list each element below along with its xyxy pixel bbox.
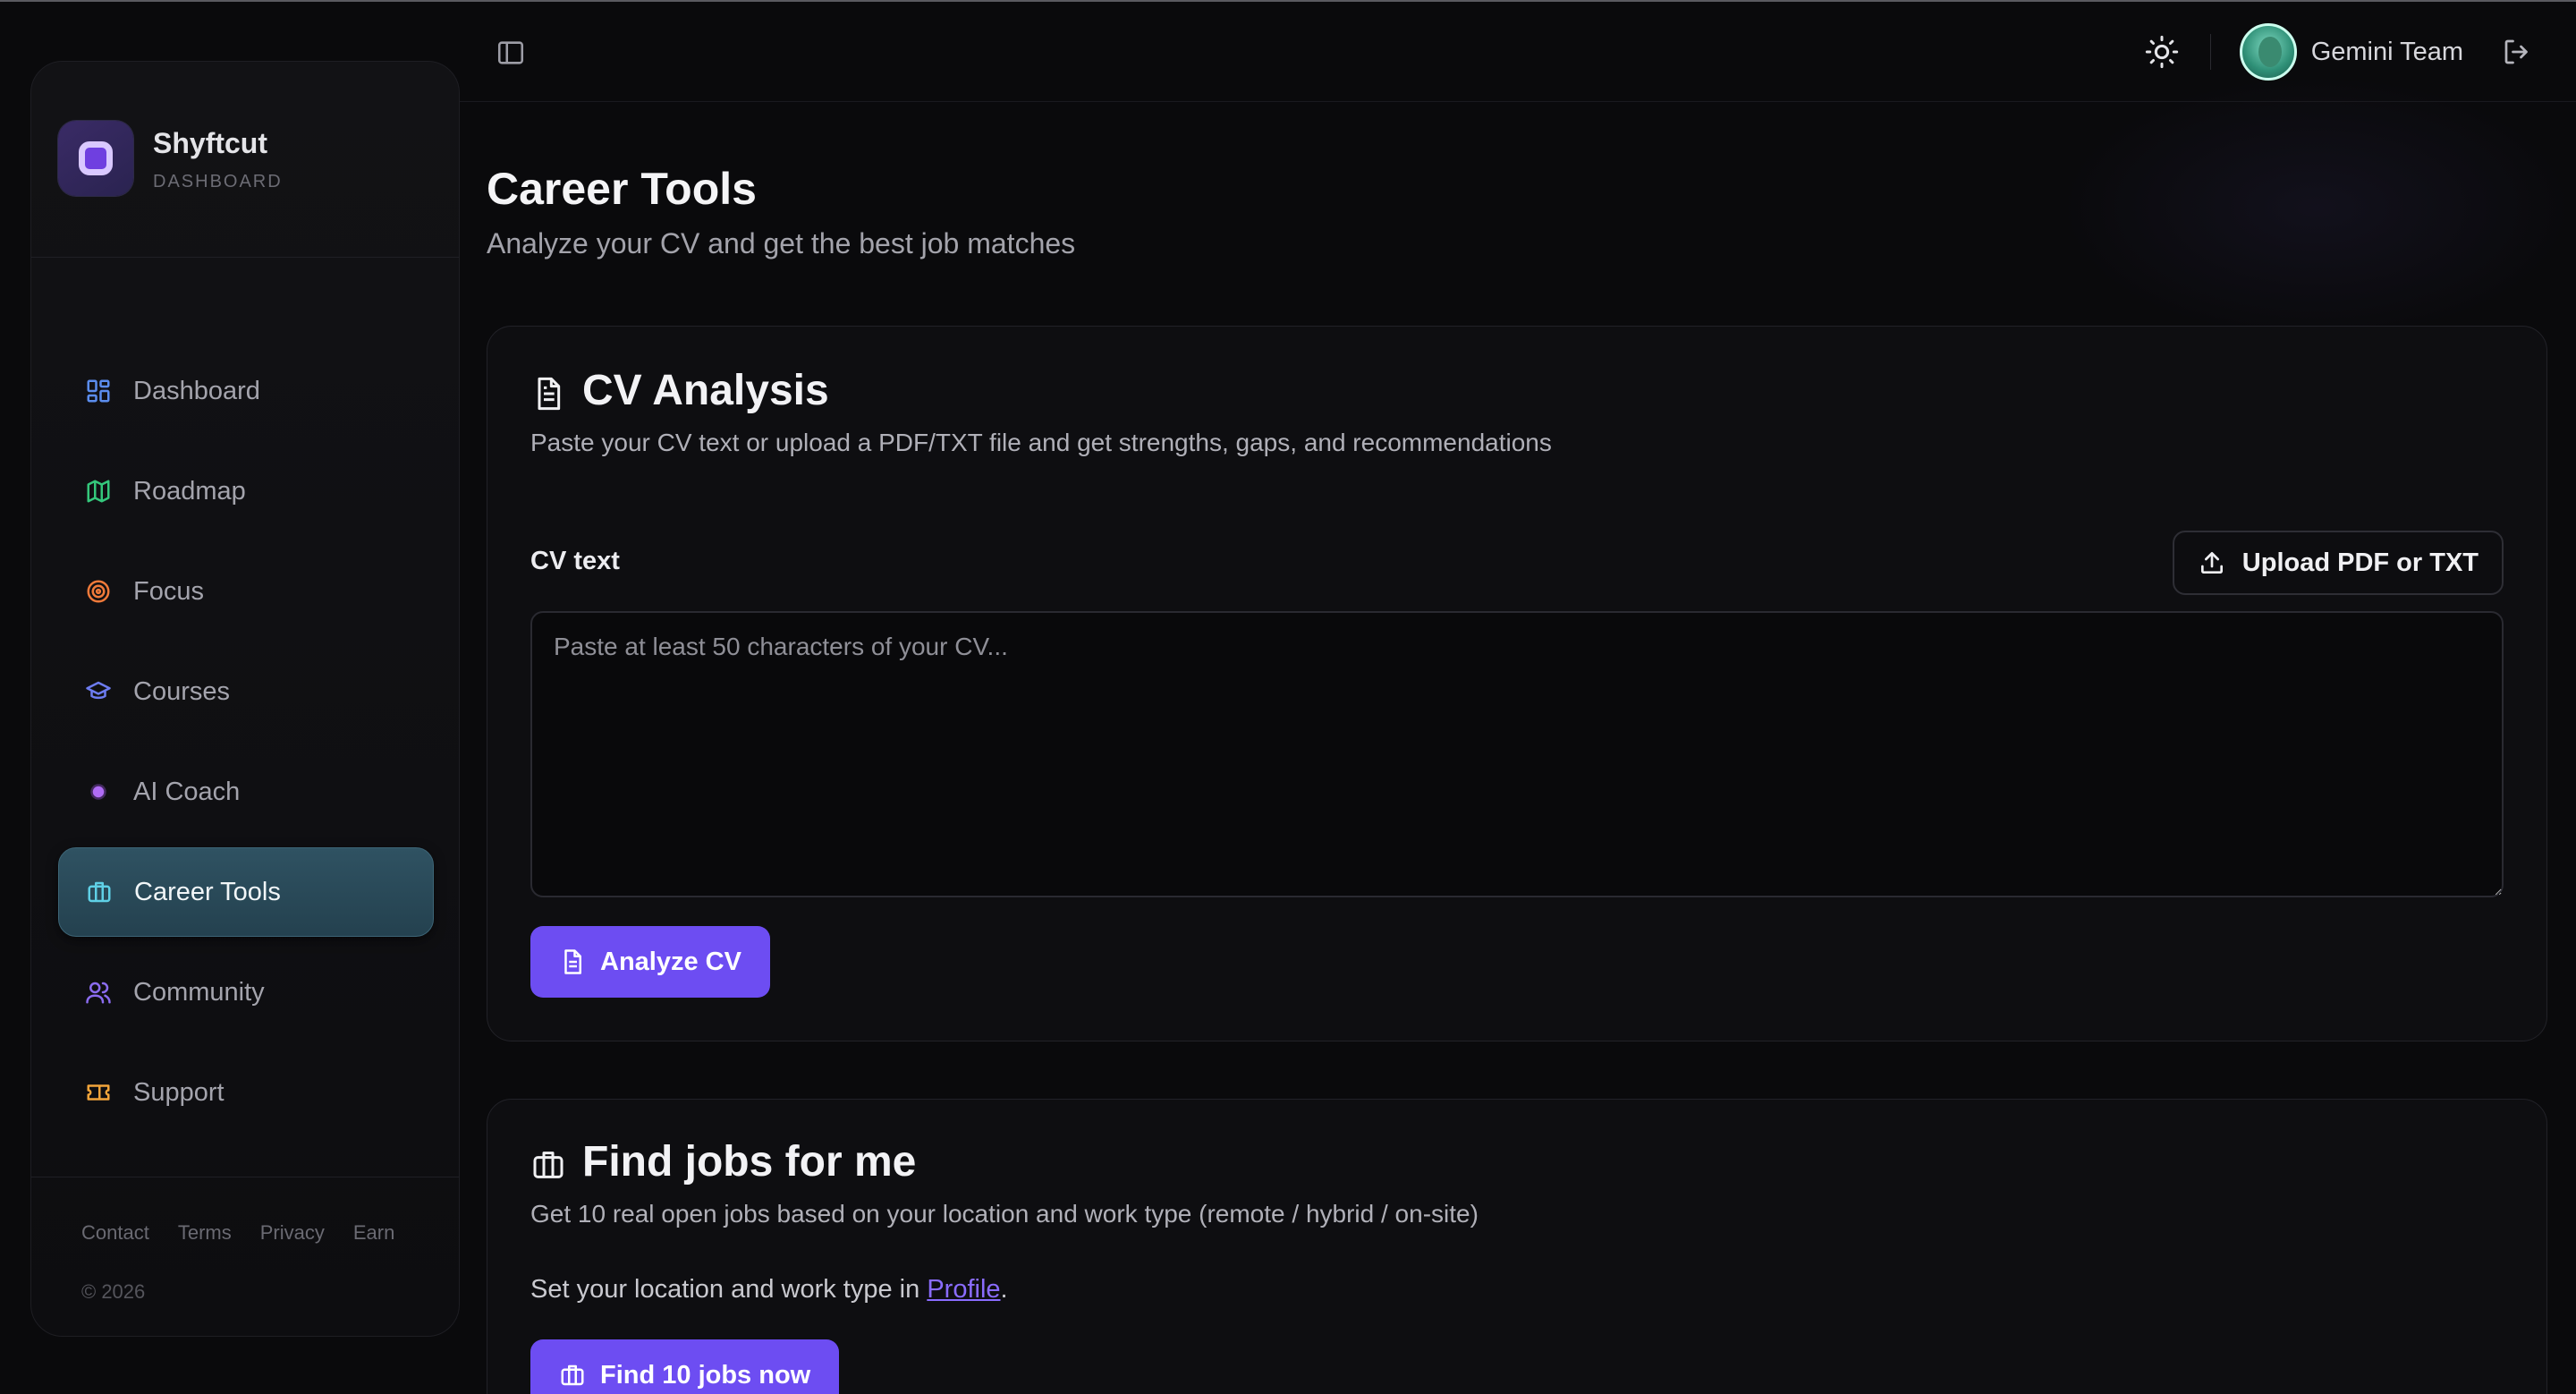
cv-text-input[interactable] — [530, 611, 2504, 897]
topbar-separator — [2209, 34, 2211, 70]
find-jobs-card: Find jobs for me Get 10 real open jobs b… — [487, 1099, 2547, 1394]
cv-analysis-card: CV Analysis Paste your CV text or upload… — [487, 326, 2547, 1041]
sidebar-item-label: Dashboard — [133, 376, 260, 405]
sidebar-item-roadmap[interactable]: Roadmap — [58, 446, 434, 536]
sidebar-item-label: Community — [133, 977, 265, 1007]
card-title: Find jobs for me — [530, 1137, 916, 1186]
find-jobs-button-label: Find 10 jobs now — [600, 1360, 811, 1390]
footer-link-privacy[interactable]: Privacy — [260, 1221, 325, 1245]
sidebar-item-courses[interactable]: Courses — [58, 647, 434, 736]
cv-card-subtitle: Paste your CV text or upload a PDF/TXT f… — [530, 429, 1552, 456]
page-subtitle: Analyze your CV and get the best job mat… — [487, 227, 1076, 259]
ticket-icon — [83, 1077, 114, 1108]
footer-link-earn[interactable]: Earn — [353, 1221, 394, 1245]
sidebar-item-label: Roadmap — [133, 476, 246, 506]
sidebar-nav: Dashboard Roadmap Focus Courses AI Coach — [58, 346, 434, 1148]
analyze-cv-button[interactable]: Analyze CV — [530, 926, 770, 998]
brand[interactable]: Shyftcut DASHBOARD — [58, 121, 283, 196]
sidebar-item-label: Career Tools — [134, 877, 281, 906]
sidebar-item-dashboard[interactable]: Dashboard — [58, 346, 434, 436]
jobs-card-subtitle: Get 10 real open jobs based on your loca… — [530, 1200, 1479, 1228]
sidebar-item-focus[interactable]: Focus — [58, 547, 434, 636]
profile-link[interactable]: Profile — [927, 1275, 1000, 1304]
briefcase-icon — [84, 877, 114, 907]
sparkle-dot-icon — [83, 777, 114, 807]
footer-links: Contact Terms Privacy Earn — [81, 1221, 394, 1245]
logout-icon[interactable] — [2501, 36, 2533, 68]
target-icon — [83, 576, 114, 607]
document-icon — [559, 948, 586, 975]
sidebar-item-label: Focus — [133, 576, 204, 606]
theme-toggle-sun-icon[interactable] — [2144, 34, 2180, 70]
jobs-card-title: Find jobs for me — [582, 1138, 917, 1186]
sidebar: Shyftcut DASHBOARD Dashboard Roadmap Foc… — [30, 61, 460, 1337]
find-jobs-button[interactable]: Find 10 jobs now — [530, 1339, 840, 1394]
avatar[interactable] — [2239, 23, 2297, 81]
dashboard-icon — [83, 376, 114, 406]
briefcase-icon — [559, 1362, 586, 1389]
topbar: Gemini Team — [460, 2, 2576, 102]
upload-icon — [2198, 548, 2226, 577]
map-icon — [83, 476, 114, 506]
cv-card-title: CV Analysis — [582, 367, 829, 414]
card-title: CV Analysis — [530, 366, 829, 415]
sidebar-item-label: Support — [133, 1077, 225, 1107]
brand-logo-icon — [58, 121, 133, 196]
sidebar-item-career-tools[interactable]: Career Tools — [58, 847, 434, 937]
footer-link-terms[interactable]: Terms — [178, 1221, 232, 1245]
sidebar-divider — [31, 257, 459, 258]
user-name[interactable]: Gemini Team — [2311, 38, 2463, 67]
page-title: Career Tools — [487, 164, 757, 214]
document-icon — [530, 373, 566, 410]
cv-text-label: CV text — [530, 547, 620, 575]
footer-link-contact[interactable]: Contact — [81, 1221, 149, 1245]
analyze-button-label: Analyze CV — [600, 947, 741, 976]
note-suffix: . — [1000, 1275, 1008, 1304]
copyright: © 2026 — [81, 1280, 146, 1303]
brand-subtitle: DASHBOARD — [153, 171, 283, 191]
sidebar-item-label: Courses — [133, 676, 230, 706]
note-text: Set your location and work type in — [530, 1275, 928, 1304]
sidebar-item-support[interactable]: Support — [58, 1048, 434, 1137]
brand-name: Shyftcut — [153, 126, 267, 159]
briefcase-icon — [530, 1144, 566, 1180]
background-glow — [2057, 73, 2576, 342]
graduation-cap-icon — [83, 676, 114, 707]
sidebar-item-label: AI Coach — [133, 777, 241, 806]
upload-button-label: Upload PDF or TXT — [2241, 548, 2479, 577]
sidebar-item-ai-coach[interactable]: AI Coach — [58, 747, 434, 837]
sidebar-toggle-icon[interactable] — [496, 38, 526, 68]
upload-file-button[interactable]: Upload PDF or TXT — [2172, 531, 2504, 595]
users-icon — [83, 977, 114, 1007]
profile-note: Set your location and work type in Profi… — [530, 1275, 1008, 1305]
sidebar-item-community[interactable]: Community — [58, 948, 434, 1037]
